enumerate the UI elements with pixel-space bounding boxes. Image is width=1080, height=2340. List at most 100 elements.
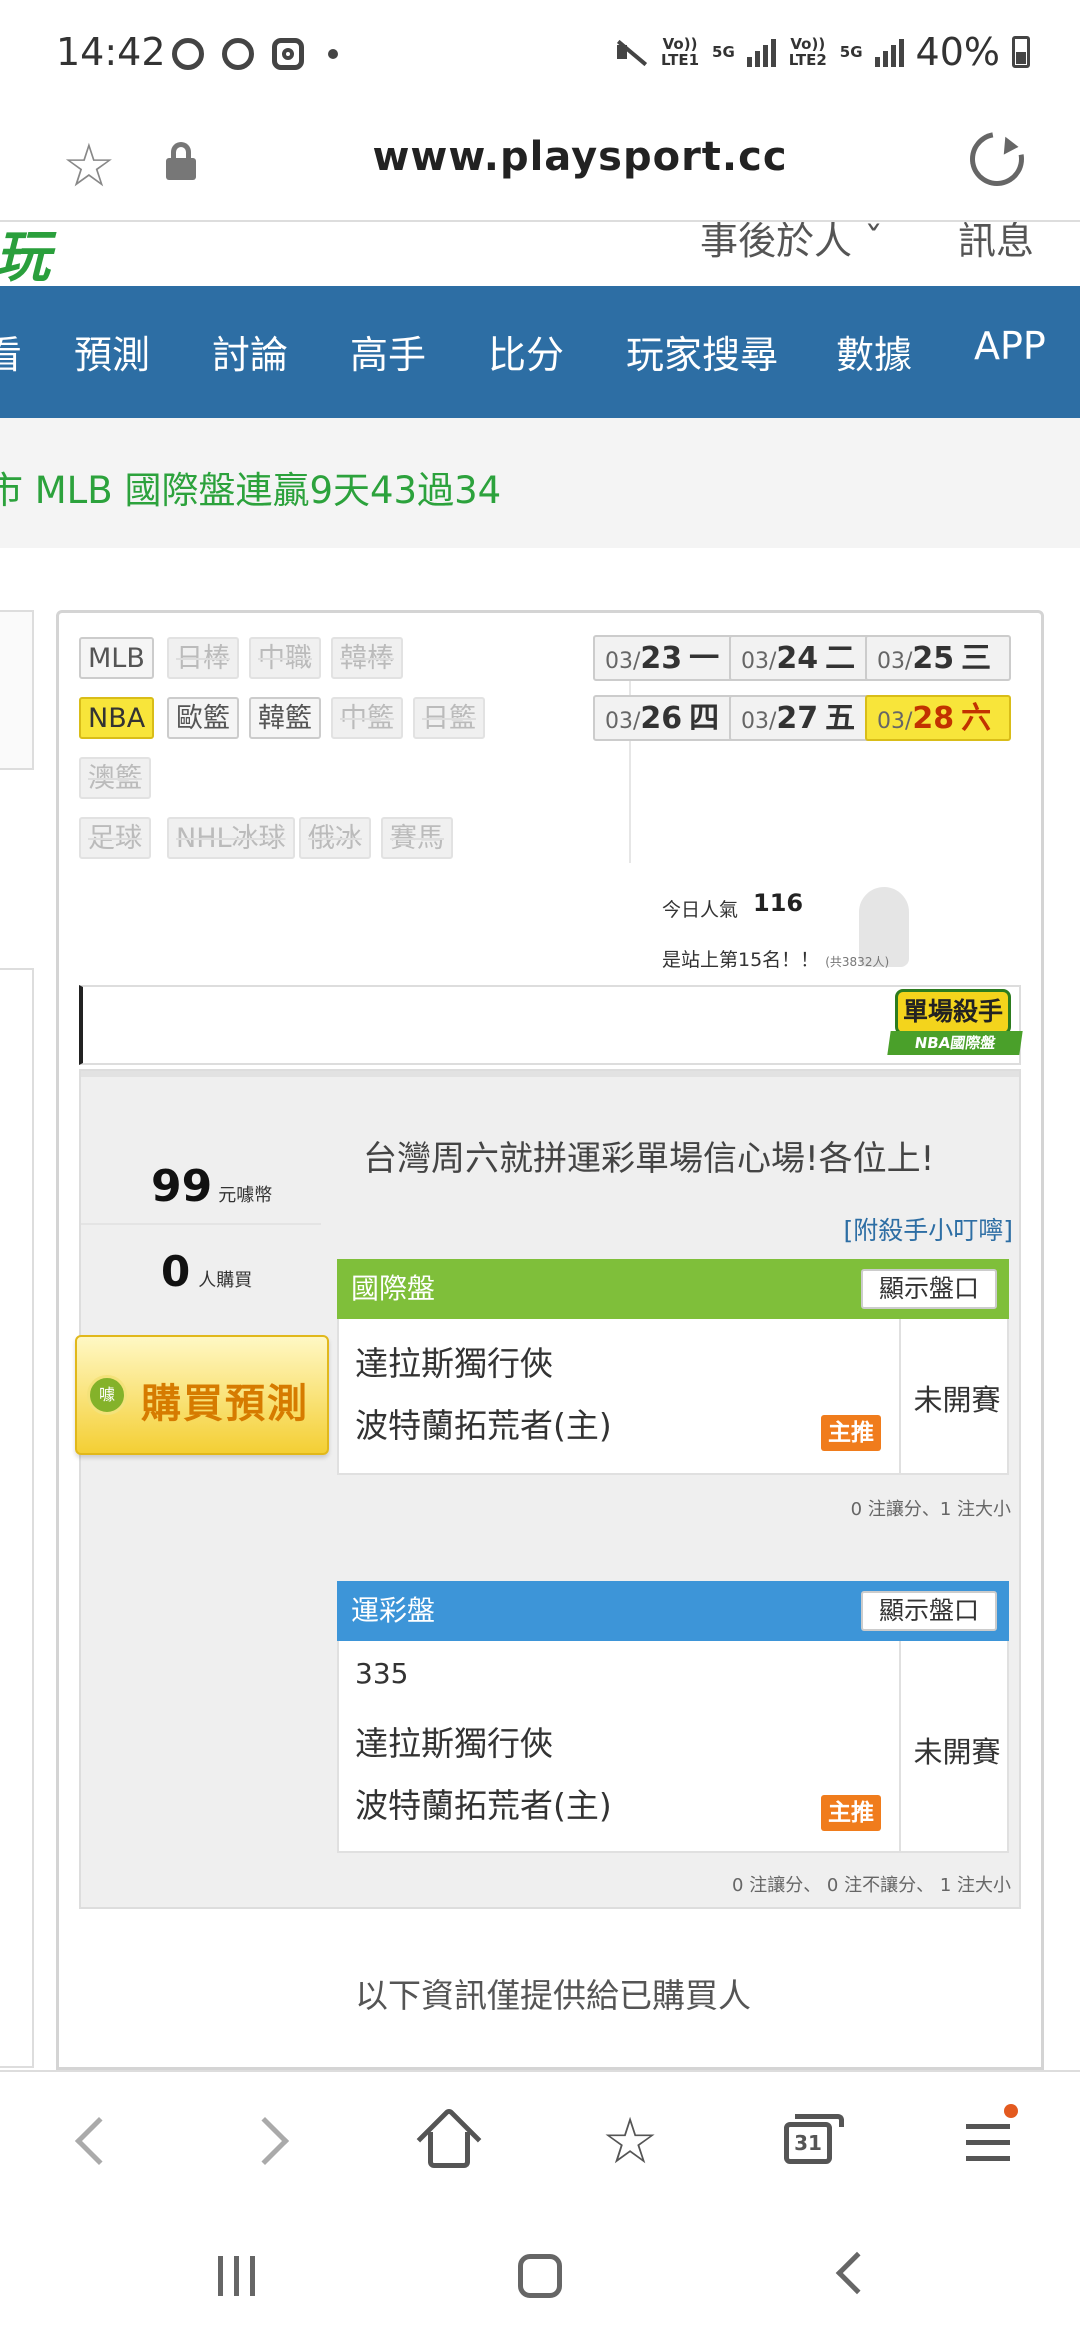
bookmarks-star-icon: ☆ (601, 2105, 659, 2179)
date-tab[interactable]: 03/25 三 (865, 635, 1011, 681)
chrome-icon (172, 38, 204, 70)
more-notifications-icon (328, 49, 338, 59)
league-tag[interactable]: 歐籃 (167, 697, 239, 739)
date-tab[interactable]: 03/24 二 (729, 635, 875, 681)
league-tag: 中籃 (331, 697, 403, 739)
left-sidebar-clipped (0, 548, 58, 2070)
killer-tips-link[interactable]: [附殺手小叮嚀] (843, 1211, 1013, 1247)
main-pick-badge: 主推 (821, 1795, 881, 1831)
divider (899, 1319, 901, 1473)
badge-title: 單場殺手 (895, 989, 1011, 1035)
date-month: 03/ (605, 649, 641, 674)
menu-button[interactable] (954, 2104, 1018, 2174)
section-title: 國際盤 (351, 1272, 436, 1305)
nav-item-scores[interactable]: 比分 (488, 324, 564, 379)
intl-odds-section: 國際盤 顯示盤口 達拉斯獨行俠 波特蘭拓荒者(主) 主推 未開賽 (337, 1259, 1009, 1475)
nav-item-predict[interactable]: 預測 (74, 324, 150, 379)
date-tab[interactable]: 03/26 四 (593, 695, 739, 741)
match-status: 未開賽 (913, 1383, 1001, 1417)
status-bar: 14:42 Vo)) LTE1 5G Vo)) LTE2 5G 40% (0, 0, 1080, 110)
home-button[interactable] (416, 2106, 482, 2174)
date-weekday: 六 (961, 701, 992, 736)
ticker-text[interactable]: 市 MLB 國際盤連贏9天43過34 (0, 460, 501, 514)
nav-item-data[interactable]: 數據 (836, 324, 912, 379)
league-tag: 中職 (249, 637, 321, 679)
divider (899, 1641, 901, 1851)
league-tag: 韓棒 (331, 637, 403, 679)
url-field[interactable]: www.playsport.cc (300, 134, 860, 180)
account-menu[interactable]: 事後於人 ˇ (700, 222, 883, 265)
nav-item-app[interactable]: APP (974, 324, 1046, 368)
match-row: 達拉斯獨行俠 波特蘭拓荒者(主) 主推 未開賽 (337, 1319, 1009, 1475)
tabs-button[interactable]: 31 (776, 2110, 844, 2174)
bookmarks-button[interactable]: ☆ (598, 2110, 662, 2174)
date-tab[interactable]: 03/23 一 (593, 635, 739, 681)
site-logo[interactable]: 玩 (0, 222, 50, 286)
show-odds-button[interactable]: 顯示盤口 (860, 1591, 997, 1631)
home-icon (428, 2132, 470, 2168)
recent-icon (234, 2256, 239, 2296)
nav-item-experts[interactable]: 高手 (350, 324, 426, 379)
divider (81, 1223, 321, 1225)
league-tag[interactable]: 韓籃 (249, 697, 321, 739)
lottery-odds-section: 運彩盤 顯示盤口 335 達拉斯獨行俠 波特蘭拓荒者(主) 主推 未開賽 (337, 1581, 1009, 1853)
forward-button[interactable] (240, 2110, 308, 2174)
system-back-button[interactable] (835, 2251, 879, 2295)
bookmark-star-icon[interactable]: ☆ (62, 136, 116, 196)
league-tag: 日籃 (413, 697, 485, 739)
home-team: 波特蘭拓荒者(主) (355, 1786, 612, 1825)
date-tab-selected[interactable]: 03/28 六 (865, 695, 1011, 741)
news-ticker: 市 MLB 國際盤連贏9天43過34 (0, 418, 1080, 548)
menu-icon (966, 2140, 1010, 2145)
expert-banner: 單場殺手 NBA國際盤 (79, 985, 1023, 1065)
league-tag-nba[interactable]: NBA (79, 697, 155, 739)
clock: 14:42 (56, 30, 166, 74)
nav-item-discuss[interactable]: 討論 (212, 324, 288, 379)
reload-icon[interactable] (959, 121, 1035, 197)
bet-count: 0 注讓分、1 注大小 (850, 1499, 1011, 1520)
network-5g-label: 5G (712, 43, 735, 61)
date-month: 03/ (877, 709, 913, 734)
browser-url-bar: ☆ www.playsport.cc (0, 110, 1080, 222)
sidebar-card (0, 610, 34, 770)
date-weekday: 五 (825, 701, 856, 736)
away-team: 達拉斯獨行俠 (355, 1344, 553, 1383)
system-nav-bar (0, 2212, 1080, 2340)
section-header: 國際盤 顯示盤口 (337, 1259, 1009, 1319)
recent-icon (218, 2256, 223, 2296)
mute-icon (614, 37, 648, 67)
sidebar-card (0, 968, 34, 2068)
buyer-value: 0 (161, 1247, 191, 1296)
main-nav: 看 預測 討論 高手 比分 玩家搜尋 數據 APP (0, 286, 1080, 418)
lock-icon[interactable] (166, 142, 196, 182)
prediction-headline: 台灣周六就拼運彩單場信心場!各位上! (363, 1139, 935, 1179)
main-pick-badge: 主推 (821, 1415, 881, 1451)
league-tag-mlb[interactable]: MLB (79, 637, 154, 679)
league-tag: 賽馬 (381, 817, 453, 859)
chevron-left-icon (74, 2116, 124, 2166)
date-day: 27 (776, 701, 819, 736)
instagram-icon (272, 38, 304, 70)
back-button[interactable] (64, 2110, 128, 2174)
recent-apps-button[interactable] (218, 2256, 258, 2296)
popularity-value: 116 (753, 889, 804, 917)
notification-dot (1004, 2104, 1018, 2118)
date-weekday: 四 (689, 701, 720, 736)
buy-prediction-button[interactable]: 噱 購買預測 (75, 1335, 329, 1455)
buy-button-label: 購買預測 (141, 1381, 309, 1427)
system-home-button[interactable] (518, 2254, 562, 2298)
rank-total: (共3832人) (825, 955, 890, 969)
popularity-label: 今日人氣 (662, 899, 739, 921)
rank-label: 是站上第15名！！ (662, 949, 820, 971)
sim1-label: Vo)) LTE1 (661, 35, 700, 69)
date-day: 26 (640, 701, 683, 736)
league-tag: 俄冰 (299, 817, 371, 859)
nav-item-player-search[interactable]: 玩家搜尋 (626, 324, 778, 379)
nav-item-watch[interactable]: 看 (0, 324, 22, 379)
date-tab[interactable]: 03/27 五 (729, 695, 875, 741)
buyers-only-note: 以下資訊僅提供給已購買人 (355, 1976, 751, 2015)
tabs-icon: 31 (784, 2114, 844, 2164)
date-weekday: 一 (689, 641, 720, 676)
show-odds-button[interactable]: 顯示盤口 (860, 1269, 997, 1309)
messages-link[interactable]: 訊息 (958, 222, 1034, 265)
